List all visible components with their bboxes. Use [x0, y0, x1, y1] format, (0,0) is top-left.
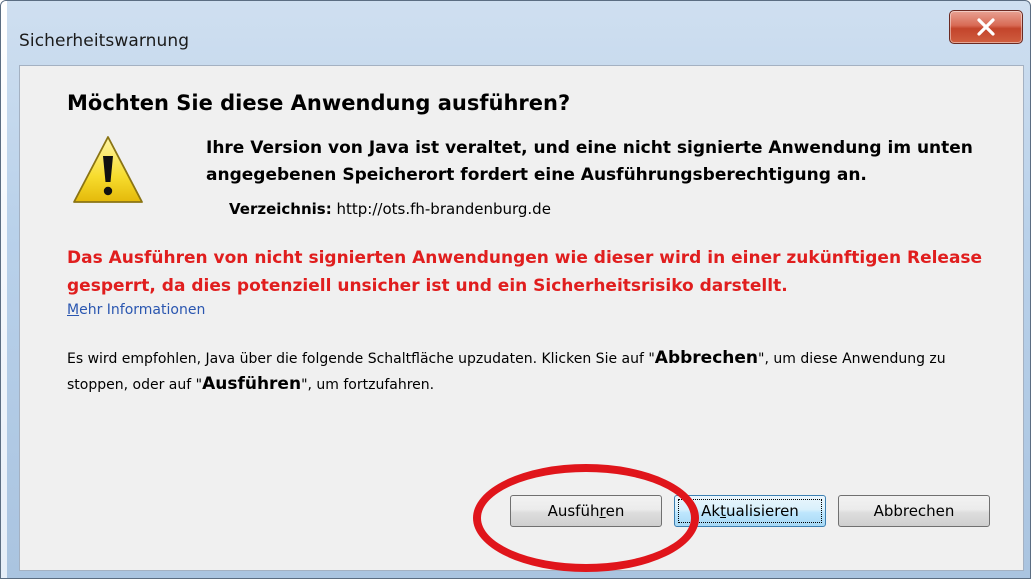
unsigned-warning-text: Das Ausführen von nicht signierten Anwen…	[67, 248, 983, 296]
run-button[interactable]: Ausfüh r en	[510, 495, 662, 527]
close-icon	[977, 18, 995, 36]
recommend-part-1: Es wird empfohlen, Java über die folgend…	[67, 351, 655, 367]
warning-icon	[73, 136, 143, 203]
recommend-run-word: Ausführen	[202, 374, 302, 394]
cancel-button[interactable]: Abbrechen	[838, 495, 990, 527]
directory-value: http://ots.fh-brandenburg.de	[336, 200, 551, 218]
run-button-label-a: Ausfüh	[547, 502, 600, 520]
run-button-label-b: en	[605, 502, 625, 520]
window-title: Sicherheitswarnung	[19, 31, 190, 51]
recommend-cancel-word: Abbrechen	[654, 348, 759, 368]
window-left-edge	[1, 1, 7, 578]
dialog-heading: Möchten Sie diese Anwendung ausführen?	[67, 91, 571, 115]
close-button[interactable]	[949, 10, 1023, 44]
update-button-label-a: Ak	[701, 502, 721, 520]
update-button-label-b: ualisieren	[726, 502, 799, 520]
update-button[interactable]: Ak t ualisieren	[674, 495, 826, 527]
security-warning-window: Sicherheitswarnung Möchten Sie diese Anw…	[0, 0, 1031, 579]
recommend-part-3: ", um fortzufahren.	[301, 377, 435, 393]
more-info-mnemonic: M	[67, 302, 80, 318]
more-info-link[interactable]: Mehr Informationen	[67, 302, 205, 318]
dialog-description: Ihre Version von Java ist veraltet, und …	[206, 138, 973, 185]
dialog-body: Möchten Sie diese Anwendung ausführen? I…	[19, 65, 1024, 571]
directory-label: Verzeichnis:	[229, 200, 332, 218]
more-info-label: ehr Informationen	[79, 302, 206, 318]
recommendation-text: Es wird empfohlen, Java über die folgend…	[67, 346, 997, 398]
title-bar[interactable]: Sicherheitswarnung	[1, 1, 1030, 63]
directory-row: Verzeichnis: http://ots.fh-brandenburg.d…	[229, 200, 551, 218]
